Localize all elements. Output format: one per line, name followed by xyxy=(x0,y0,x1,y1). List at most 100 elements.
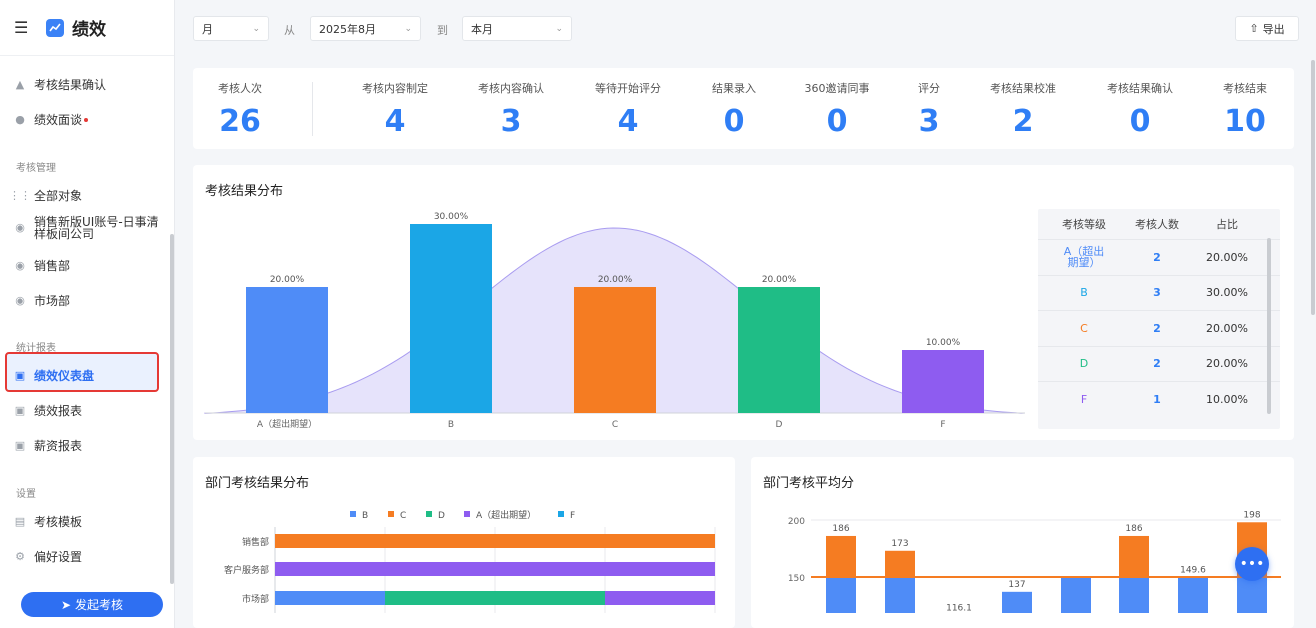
sidebar-item-all-objects[interactable]: ⋮⋮ 全部对象 xyxy=(9,187,162,204)
launch-review-button[interactable]: ➤ 发起考核 xyxy=(21,592,163,617)
from-select[interactable]: 2025年8月 ⌄ xyxy=(310,16,421,41)
tick-label: 销售部 xyxy=(242,536,269,548)
bar-above-avg[interactable] xyxy=(826,535,856,577)
sidebar: ☰ 绩效 ▲ 考核结果确认 ● 绩效面谈 考核管理 ⋮⋮ 全部对象 ◉ 销售新版… xyxy=(0,0,175,628)
pct-cell: 20.00% xyxy=(1206,250,1248,264)
more-button[interactable]: ••• xyxy=(1235,547,1269,581)
sidebar-item-label: 绩效仪表盘 xyxy=(34,369,95,383)
tick-label: D xyxy=(776,420,783,430)
grade-cell: C xyxy=(1080,321,1088,335)
bar[interactable] xyxy=(885,577,915,613)
grade-cell: A（超出期望） xyxy=(1063,245,1105,270)
section-label-manage: 考核管理 xyxy=(16,163,56,174)
gear-icon: ⚙ xyxy=(15,550,25,563)
sidebar-item-label: 偏好设置 xyxy=(34,550,83,564)
sidebar-item-preferences[interactable]: ⚙ 偏好设置 xyxy=(14,548,162,565)
sidebar-item-sales[interactable]: ◉ 销售部 xyxy=(14,257,162,274)
sidebar-item-label: 考核模板 xyxy=(34,515,83,529)
sidebar-item-label: 薪资报表 xyxy=(34,439,83,453)
legend-swatch xyxy=(388,511,394,517)
bar[interactable] xyxy=(1178,577,1208,613)
page-scrollbar[interactable] xyxy=(1311,60,1315,315)
period-select[interactable]: 月 ⌄ xyxy=(193,16,269,41)
sidebar-item-result-confirm[interactable]: ▲ 考核结果确认 xyxy=(14,76,162,93)
sidebar-item-interview[interactable]: ● 绩效面谈 xyxy=(14,111,162,128)
stat-label: 考核人次 xyxy=(218,82,262,95)
legend-label: A（超出期望） xyxy=(476,509,536,521)
stat-item[interactable]: 等待开始评分 4 xyxy=(568,80,688,139)
stat-value: 26 xyxy=(219,104,261,139)
bar[interactable] xyxy=(738,287,820,413)
chevron-down-icon: ⌄ xyxy=(555,23,563,34)
export-label: 导出 xyxy=(1262,22,1285,36)
dept-dist-chart: B C D A（超出期望） F 销售部客户服务部市场部 xyxy=(224,509,716,613)
legend-swatch xyxy=(426,511,432,517)
stat-item[interactable]: 结果录入 0 xyxy=(674,80,794,139)
pct-cell: 20.00% xyxy=(1206,357,1248,371)
sidebar-item-label: 市场部 xyxy=(34,294,71,308)
stat-item[interactable]: 考核结果校准 2 xyxy=(963,80,1083,139)
distribution-title: 考核结果分布 xyxy=(205,184,284,199)
notification-dot xyxy=(84,117,89,122)
bar[interactable] xyxy=(1237,577,1267,613)
stat-label: 考核内容制定 xyxy=(362,82,428,95)
shield-icon: ◉ xyxy=(15,259,25,272)
bar-above-avg[interactable] xyxy=(885,550,915,577)
grade-table-scrollbar[interactable] xyxy=(1267,238,1271,414)
stat-label: 考核结果校准 xyxy=(990,82,1056,95)
data-label: 149.6 xyxy=(1180,565,1206,575)
sidebar-item-template[interactable]: ▤ 考核模板 xyxy=(14,513,162,530)
bar-segment[interactable] xyxy=(605,591,715,605)
data-label: 186 xyxy=(1125,524,1142,534)
bar-segment[interactable] xyxy=(275,591,385,605)
count-cell: 1 xyxy=(1153,392,1161,406)
stat-item[interactable]: 考核结果确认 0 xyxy=(1080,80,1200,139)
sidebar-item-label: 销售部 xyxy=(34,259,71,273)
sidebar-item-dashboard[interactable]: ▣ 绩效仪表盘 xyxy=(14,367,162,384)
bar[interactable] xyxy=(246,287,328,413)
bar[interactable] xyxy=(826,577,856,613)
sidebar-scrollbar[interactable] xyxy=(170,234,174,584)
money-icon: ▣ xyxy=(14,439,26,452)
distribution-chart: 20.00% A（超出期望） 30.00% B 20.00% C 20.00% D 10.00%… xyxy=(204,212,1026,430)
count-cell: 3 xyxy=(1153,286,1161,300)
stat-label: 考核内容确认 xyxy=(478,82,544,95)
bar[interactable] xyxy=(1061,577,1091,613)
tick-label: B xyxy=(448,420,454,430)
legend-label: D xyxy=(438,511,445,521)
grade-table: 考核等级 考核人数 占比 A（超出期望） 2 20.00% B 3 30.00% C 2 20.… xyxy=(1038,209,1280,429)
template-icon: ▤ xyxy=(14,515,26,528)
stat-value: 3 xyxy=(500,104,522,139)
bar-segment[interactable] xyxy=(385,591,605,605)
chat-icon: ● xyxy=(15,113,25,126)
stat-item[interactable]: 考核内容制定 4 xyxy=(335,80,455,139)
bar[interactable] xyxy=(1119,577,1149,613)
sidebar-item-marketing[interactable]: ◉ 市场部 xyxy=(14,292,162,309)
bar[interactable] xyxy=(902,350,984,413)
tick-label: A（超出期望） xyxy=(257,418,317,430)
bar[interactable] xyxy=(574,287,656,413)
sidebar-item-label: 绩效报表 xyxy=(34,404,83,418)
sidebar-item-report[interactable]: ▣ 绩效报表 xyxy=(14,402,162,419)
stat-value: 4 xyxy=(384,104,406,139)
sidebar-item-sales-ui-account[interactable]: ◉ 销售新版UI账号-日事清 样板间公司 xyxy=(14,216,162,240)
export-button[interactable]: ⇧ 导出 xyxy=(1235,16,1299,41)
bar[interactable] xyxy=(1002,591,1032,613)
bar[interactable] xyxy=(410,224,492,413)
stat-item[interactable]: 考核内容确认 3 xyxy=(451,80,571,139)
stat-item[interactable]: 考核结束 10 xyxy=(1185,80,1305,139)
bar-segment[interactable] xyxy=(275,534,715,548)
grade-row: D 2 20.00% xyxy=(1038,345,1280,382)
pct-cell: 10.00% xyxy=(1206,392,1248,406)
grade-cell: B xyxy=(1080,286,1088,300)
bar-above-avg[interactable] xyxy=(1119,535,1149,577)
bar-segment[interactable] xyxy=(275,562,715,576)
stats-divider xyxy=(312,82,313,136)
to-select[interactable]: 本月 ⌄ xyxy=(462,16,572,41)
legend-swatch xyxy=(558,511,564,517)
to-label: 到 xyxy=(437,24,448,37)
stat-item[interactable]: 考核人次 26 xyxy=(180,80,300,139)
chevron-down-icon: ⌄ xyxy=(404,23,412,34)
menu-icon[interactable]: ☰ xyxy=(14,18,36,37)
sidebar-item-salary[interactable]: ▣ 薪资报表 xyxy=(14,437,162,454)
